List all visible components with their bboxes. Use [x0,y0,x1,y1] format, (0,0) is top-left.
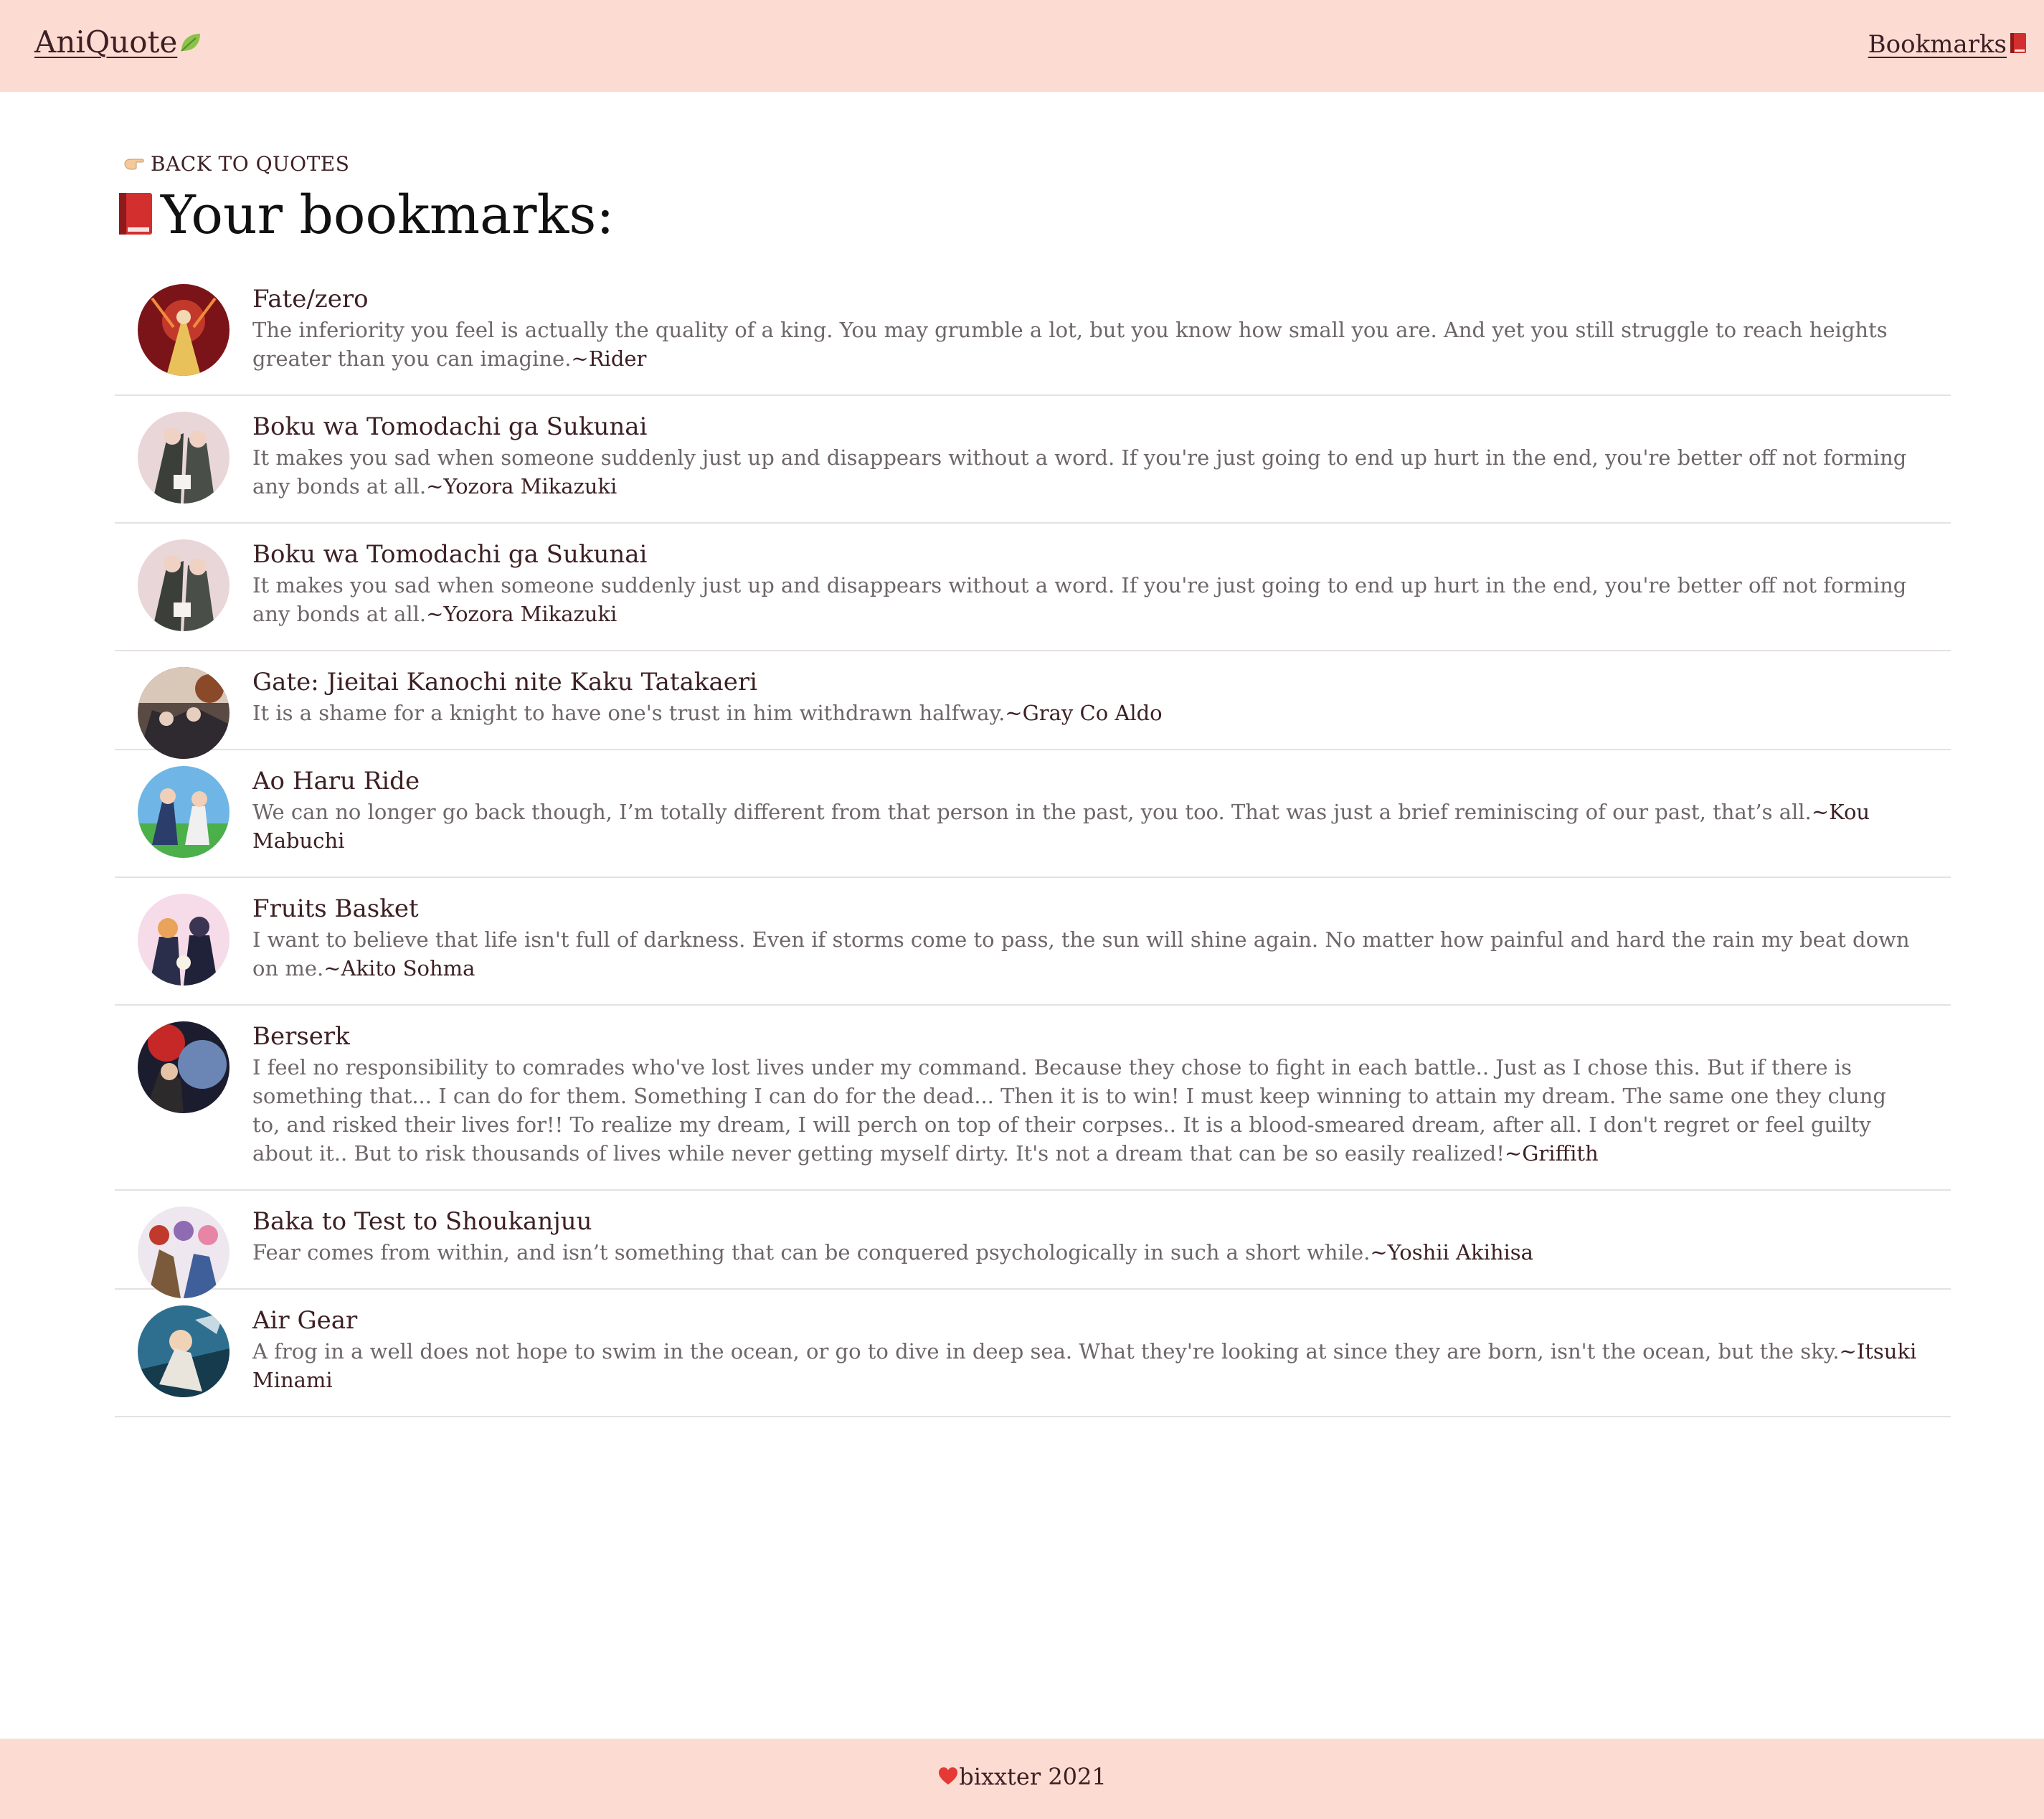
list-item[interactable]: Baka to Test to Shoukanjuu Fear comes fr… [115,1191,1951,1298]
anime-title: Boku wa Tomodachi ga Sukunai [252,412,648,441]
character-name: ~Yoshii Akihisa [1370,1240,1533,1265]
heart-icon [937,1764,959,1785]
quote-text: A frog in a well does not hope to swim i… [252,1337,1926,1394]
character-name: ~Akito Sohma [323,956,475,981]
character-name: ~Rider [571,346,647,371]
anime-title: Fate/zero [252,285,369,313]
brand-link[interactable]: AniQuote [34,24,203,60]
quote-text: It is a shame for a knight to have one's… [252,699,1926,727]
quote-text: We can no longer go back though, I’m tot… [252,798,1926,855]
list-item[interactable]: Berserk I feel no responsibility to comr… [115,1006,1951,1191]
page-title: Your bookmarks: [115,184,614,247]
anime-title: Boku wa Tomodachi ga Sukunai [252,540,648,569]
anime-thumbnail [138,284,230,376]
quote-text: I feel no responsibility to comrades who… [252,1053,1926,1168]
character-name: ~Yozora Mikazuki [426,602,618,626]
brand-name: AniQuote [34,24,178,60]
anime-thumbnail [138,1305,230,1397]
quote-body: Fear comes from within, and isn’t someth… [252,1240,1371,1265]
red-book-icon [2008,32,2028,55]
anime-title: Baka to Test to Shoukanjuu [252,1207,592,1236]
quote-body: I feel no responsibility to comrades who… [252,1055,1886,1166]
anime-thumbnail [138,412,230,504]
anime-thumbnail [138,667,230,759]
anime-title: Air Gear [252,1306,358,1335]
quote-body: I want to believe that life isn't full o… [252,927,1910,981]
footer-text: bixxter 2021 [959,1763,1107,1790]
quote-text: The inferiority you feel is actually the… [252,316,1926,373]
page-title-text: Your bookmarks: [161,184,615,246]
back-to-quotes-label: BACK TO QUOTES [151,152,350,176]
anime-thumbnail [138,766,230,858]
anime-title: Fruits Basket [252,894,419,923]
quote-body: The inferiority you feel is actually the… [252,318,1888,371]
list-item[interactable]: Ao Haru Ride We can no longer go back th… [115,750,1951,878]
bookmark-list: Fate/zero The inferiority you feel is ac… [115,268,1951,1417]
nav-bookmarks-label: Bookmarks [1868,30,2007,59]
nav-bookmarks-link[interactable]: Bookmarks [1868,30,2028,59]
character-name: ~Yozora Mikazuki [426,474,618,499]
footer-credit: bixxter 2021 [0,1763,2044,1790]
anime-thumbnail [138,894,230,986]
quote-text: It makes you sad when someone suddenly j… [252,571,1926,628]
character-name: ~Gray Co Aldo [1005,701,1163,725]
anime-title: Ao Haru Ride [252,767,420,795]
anime-thumbnail [138,1021,230,1113]
list-item[interactable]: Fruits Basket I want to believe that lif… [115,878,1951,1006]
anime-title: Gate: Jieitai Kanochi nite Kaku Tatakaer… [252,668,757,696]
quote-text: I want to believe that life isn't full o… [252,925,1926,983]
red-book-icon [115,188,156,235]
quote-body: It is a shame for a knight to have one's… [252,701,1006,725]
top-navbar: AniQuote Bookmarks [0,0,2044,92]
anime-thumbnail [138,539,230,631]
quote-body: A frog in a well does not hope to swim i… [252,1339,1840,1364]
leaf-icon [177,27,203,53]
quote-body: We can no longer go back though, I’m tot… [252,800,1812,824]
list-item[interactable]: Boku wa Tomodachi ga Sukunai It makes yo… [115,524,1951,651]
list-item[interactable]: Gate: Jieitai Kanochi nite Kaku Tatakaer… [115,651,1951,759]
character-name: ~Griffith [1504,1141,1599,1166]
list-item[interactable]: Air Gear A frog in a well does not hope … [115,1290,1951,1417]
anime-thumbnail [138,1206,230,1298]
list-item[interactable]: Boku wa Tomodachi ga Sukunai It makes yo… [115,396,1951,524]
footer: bixxter 2021 [0,1739,2044,1819]
back-to-quotes-link[interactable]: BACK TO QUOTES [123,152,349,176]
quote-text: Fear comes from within, and isn’t someth… [252,1238,1926,1267]
anime-title: Berserk [252,1022,350,1051]
list-item[interactable]: Fate/zero The inferiority you feel is ac… [115,268,1951,396]
pointing-hand-icon [123,152,148,170]
quote-text: It makes you sad when someone suddenly j… [252,443,1926,501]
